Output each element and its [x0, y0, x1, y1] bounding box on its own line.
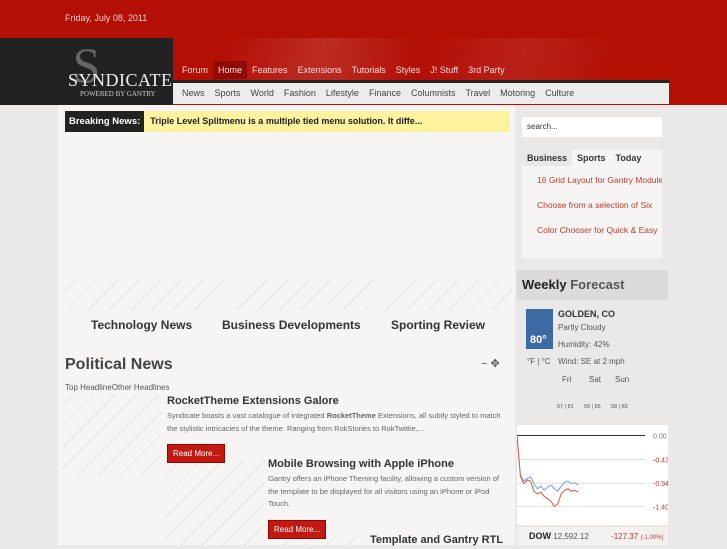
- breaking-news: Breaking News: Triple Level Splitmenu is…: [65, 111, 510, 132]
- y-tick-label: -0.47: [653, 457, 668, 464]
- article-title[interactable]: RocketTheme Extensions Galore: [167, 395, 507, 407]
- y-tick-label: -1.40: [653, 504, 668, 511]
- t-b: Forecast: [570, 277, 625, 292]
- featured-images: [62, 280, 512, 310]
- article: Mobile Browsing with Apple iPhone Gantry…: [268, 458, 510, 539]
- nav-item-styles[interactable]: Styles: [391, 61, 426, 79]
- tabbed-module: Business Sports Today 16 Grid Layout for…: [522, 150, 662, 258]
- humidity: Humidity: 42%: [558, 340, 610, 349]
- subnav-item-sports[interactable]: Sports: [210, 83, 246, 104]
- breaking-label: Breaking News:: [65, 111, 145, 132]
- article-title[interactable]: Mobile Browsing with Apple iPhone: [268, 458, 510, 470]
- weather-title: Weekly Forecast: [517, 270, 668, 300]
- day: Sat: [589, 375, 602, 384]
- stock-ticker: DOW 12,592.12 -127.37 (-1.00%): [517, 527, 668, 545]
- feature-business[interactable]: Business Developments: [222, 318, 361, 332]
- feature-technology[interactable]: Technology News: [91, 318, 192, 332]
- text-bold: RocketTheme: [326, 411, 376, 420]
- tab-link[interactable]: 16 Grid Layout for Gantry Modules: [537, 175, 662, 200]
- stock-chart: 0.00 -0.47 -0.94 -1.40: [517, 425, 668, 525]
- subnav-item-world[interactable]: World: [246, 83, 279, 104]
- day-temp: 58 | 83: [611, 404, 628, 410]
- breaking-text[interactable]: Triple Level Splitmenu is a multiple tie…: [144, 111, 428, 132]
- tab-sports[interactable]: Sports: [572, 150, 611, 166]
- logo-tagline: POWERED BY GANTRY: [80, 90, 156, 98]
- date: Friday, July 08, 2011: [65, 13, 148, 23]
- subnav-item-motoring[interactable]: Motoring: [495, 83, 540, 104]
- tab-today[interactable]: Today: [611, 150, 647, 166]
- read-more-button[interactable]: Read More...: [268, 519, 327, 539]
- day: Sun: [615, 375, 630, 384]
- nav-item-home[interactable]: Home: [213, 61, 248, 79]
- day-temp: 57 | 81: [557, 404, 574, 410]
- article-text: Syndicate boasts a vast catalogue of int…: [167, 410, 507, 435]
- index-name: DOW: [529, 531, 551, 541]
- nav-item-j-stuff[interactable]: J! Stuff: [425, 61, 463, 79]
- y-tick-label: -0.94: [653, 481, 668, 488]
- article-image: [165, 460, 265, 545]
- nav-item-extensions[interactable]: Extensions: [293, 61, 347, 79]
- weather-widget: 80° GOLDEN, CO Partly Cloudy Humidity: 4…: [517, 300, 668, 428]
- nav-item-features[interactable]: Features: [247, 61, 293, 79]
- logo[interactable]: S SYNDICATE POWERED BY GANTRY: [0, 37, 173, 105]
- nav-item-tutorials[interactable]: Tutorials: [347, 61, 391, 79]
- condition: Partly Cloudy: [558, 323, 606, 332]
- read-more-button[interactable]: Read More...: [167, 444, 226, 463]
- index-pct: (-1.00%): [640, 535, 664, 541]
- unit-toggle[interactable]: °F | °C: [527, 357, 551, 366]
- subnav-item-columnists[interactable]: Columnists: [406, 83, 461, 104]
- t-a: Weekly: [522, 277, 567, 292]
- subnav-item-lifestyle[interactable]: Lifestyle: [321, 83, 364, 104]
- section-title: Political News: [65, 356, 173, 373]
- logo-name: SYNDICATE: [68, 70, 173, 90]
- text: Syndicate boasts a vast catalogue of int…: [167, 411, 327, 420]
- series-line-1: [517, 435, 579, 508]
- tab-business[interactable]: Business: [522, 150, 573, 166]
- day-temp: 59 | 85: [584, 404, 601, 410]
- module-controls-icon[interactable]: − ✥: [481, 357, 500, 370]
- y-tick-label: 0.00: [653, 434, 667, 441]
- search-input[interactable]: search...: [522, 117, 662, 137]
- temperature: 80°: [526, 309, 553, 349]
- headline-tabs[interactable]: Top HeadlineOther Headlines: [65, 383, 170, 392]
- subnav-item-travel[interactable]: Travel: [460, 83, 495, 104]
- index-change: -127.37: [611, 532, 639, 541]
- subnav-item-fashion[interactable]: Fashion: [279, 83, 321, 104]
- city: GOLDEN, CO: [558, 309, 616, 319]
- subnav-item-culture[interactable]: Culture: [540, 83, 579, 104]
- sub-nav: News Sports World Fashion Lifestyle Finance Co…: [173, 80, 669, 104]
- article-text: Gantry offers an iPhone Theming facility…: [268, 474, 499, 508]
- index-value: 12,592.12: [553, 532, 589, 541]
- subnav-item-finance[interactable]: Finance: [364, 83, 406, 104]
- wind: Wind: SE at 2 mph: [558, 357, 625, 366]
- feature-sporting[interactable]: Sporting Review: [391, 318, 485, 332]
- nav-item-forum[interactable]: Forum: [177, 61, 213, 79]
- tab-link[interactable]: Color Chooser for Quick & Easy: [537, 225, 662, 250]
- article-image: [62, 395, 162, 475]
- main-nav: Forum Home Features Extensions Tutorials Styl…: [177, 61, 510, 79]
- tab-link[interactable]: Choose from a selection of Six: [537, 200, 662, 225]
- nav-item-3rd-party[interactable]: 3rd Party: [463, 61, 510, 79]
- day: Fri: [562, 375, 572, 384]
- article: RocketTheme Extensions Galore Syndicate …: [167, 395, 507, 463]
- subnav-item-news[interactable]: News: [177, 83, 210, 104]
